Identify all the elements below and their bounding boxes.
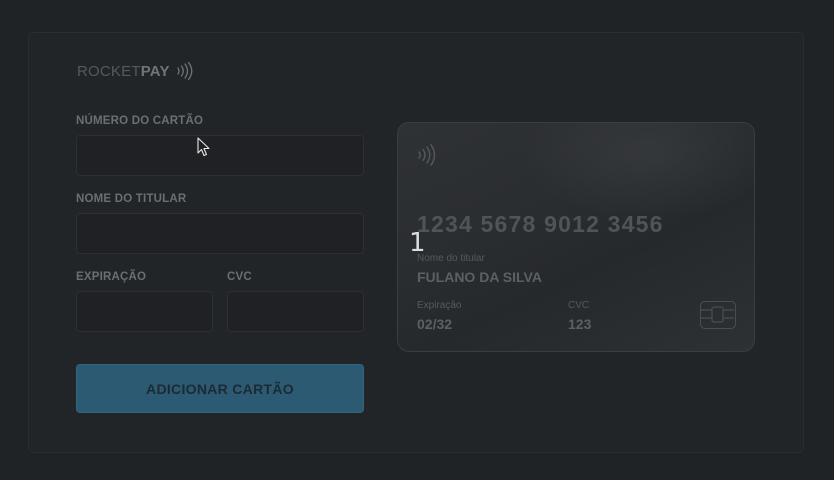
card-number-input[interactable] <box>76 135 364 176</box>
cvc-input[interactable] <box>227 291 364 332</box>
card-preview-number: 1234 5678 9012 3456 <box>417 211 664 237</box>
chip-icon <box>700 301 736 329</box>
card-preview-expiration-caption: Expiração <box>417 300 462 311</box>
logo-text: ROCKETPAY <box>77 63 170 80</box>
cvc-label: CVC <box>227 271 252 283</box>
card-preview-expiration-value: 02/32 <box>417 316 453 332</box>
expiration-label: EXPIRAÇÃO <box>76 271 147 283</box>
cursor-arrow-icon <box>197 137 210 157</box>
card-preview-holder-caption: Nome do titular <box>417 253 485 264</box>
expiration-input[interactable] <box>76 291 213 332</box>
card-preview-holder-name: FULANO DA SILVA <box>417 269 542 285</box>
holder-name-input[interactable] <box>76 213 364 254</box>
card-preview: 1234 5678 9012 3456 Nome do titular FULA… <box>397 122 755 352</box>
contactless-icon <box>418 144 436 166</box>
card-number-label: NÚMERO DO CARTÃO <box>76 115 204 127</box>
card-preview-cvc-caption: CVC <box>568 300 590 311</box>
holder-name-label: NOME DO TITULAR <box>76 193 187 205</box>
add-card-button[interactable]: ADICIONAR CARTÃO <box>76 364 364 413</box>
logo-text-bold: PAY <box>140 62 170 80</box>
card-preview-cvc-value: 123 <box>568 316 592 332</box>
logo-text-light: ROCKET <box>77 62 141 80</box>
contactless-icon <box>177 62 193 80</box>
typed-digit-overlay: 1 <box>409 228 426 258</box>
add-card-button-label: ADICIONAR CARTÃO <box>146 380 294 397</box>
rocketpay-logo: ROCKETPAY <box>77 61 194 81</box>
